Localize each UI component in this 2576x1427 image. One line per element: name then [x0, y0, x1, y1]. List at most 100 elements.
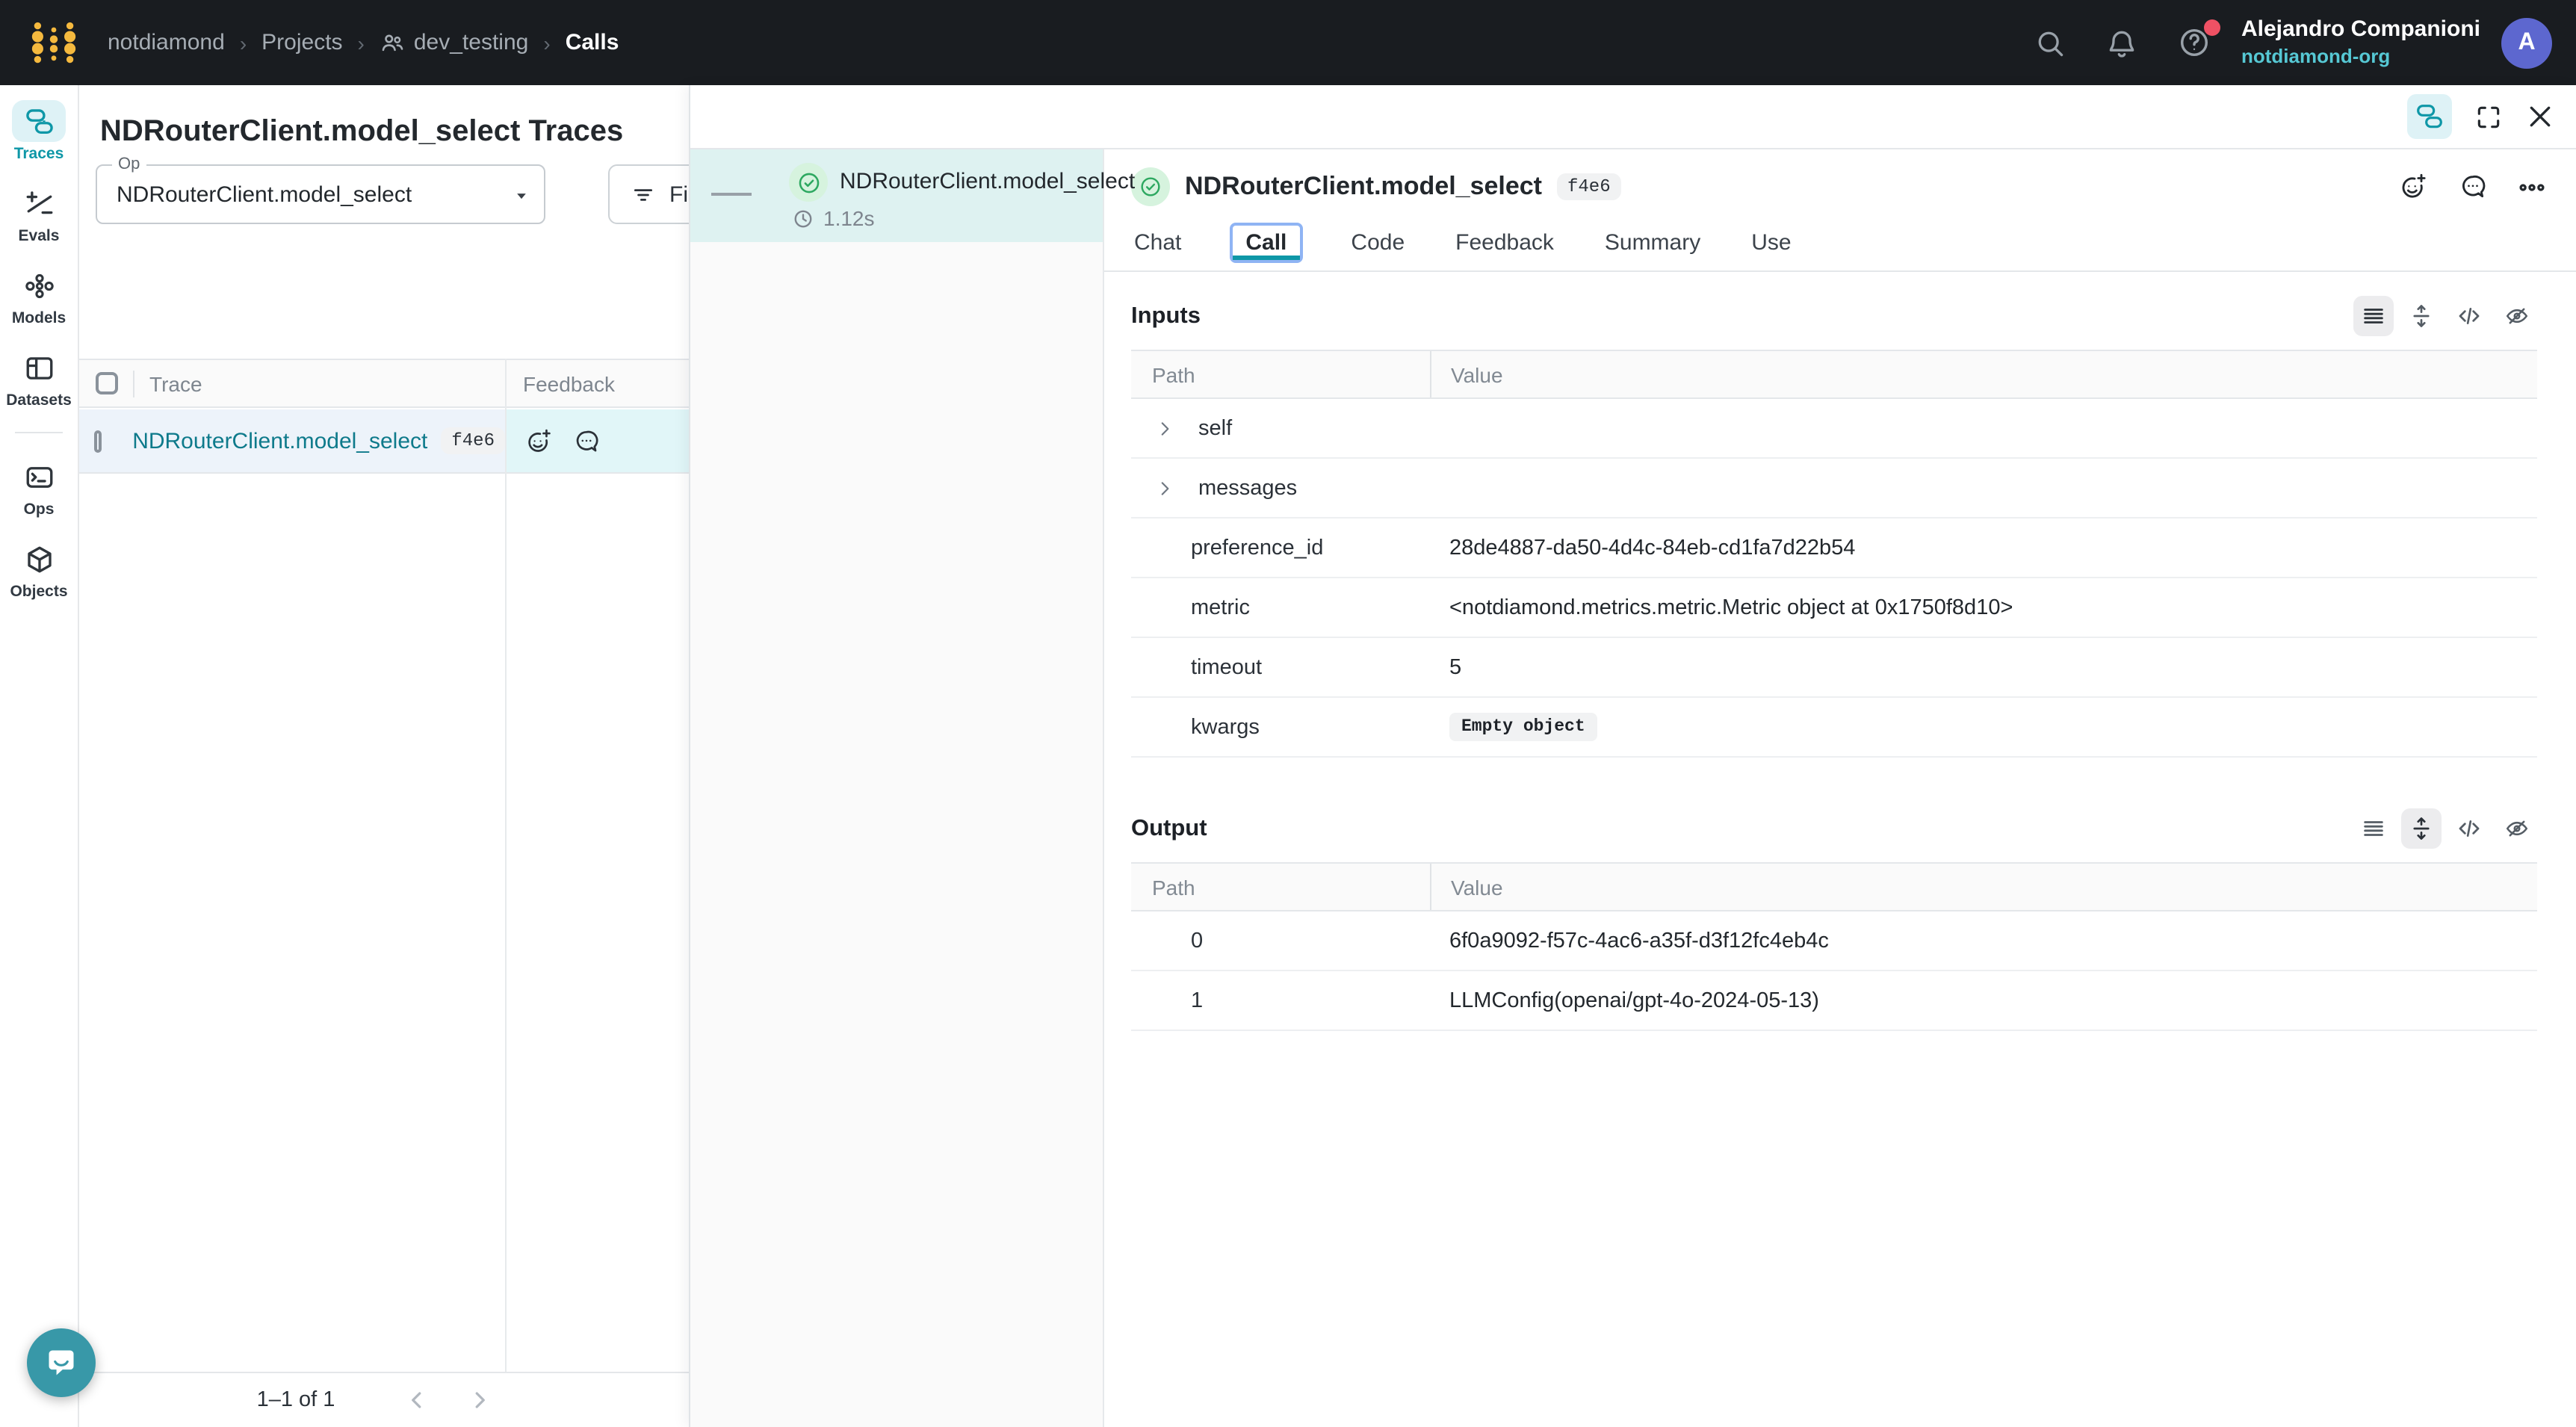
breadcrumb-separator: › — [240, 31, 247, 55]
trace-link[interactable]: NDRouterClient.model_select — [132, 428, 427, 454]
trace-column-header[interactable]: Trace — [134, 371, 505, 395]
table-row: preference_id 28de4887-da50-4d4c-84eb-cd… — [1131, 519, 2537, 578]
evals-icon — [12, 182, 66, 224]
sidebar-label: Ops — [24, 501, 55, 519]
sidebar-item-ops[interactable]: Ops — [0, 456, 78, 519]
add-reaction-button[interactable] — [2398, 172, 2428, 202]
notification-dot — [2204, 19, 2220, 36]
kv-path-label: kwargs — [1131, 715, 1430, 739]
close-button[interactable] — [2525, 102, 2555, 131]
hide-view-button[interactable] — [2497, 296, 2537, 336]
tab-summary[interactable]: Summary — [1602, 224, 1703, 261]
inputs-heading: Inputs — [1131, 303, 1201, 329]
code-icon — [2456, 303, 2482, 329]
fullscreen-button[interactable] — [2474, 102, 2503, 131]
select-all-checkbox[interactable] — [95, 372, 117, 394]
comment-icon — [2458, 172, 2488, 202]
breadcrumb: notdiamond › Projects › dev_testing › Ca… — [108, 30, 619, 55]
output-section: Output — [1131, 808, 2537, 1031]
op-select[interactable]: Op NDRouterClient.model_select — [96, 164, 545, 224]
table-row: kwargs Empty object — [1131, 698, 2537, 758]
models-icon — [12, 264, 66, 306]
chevron-right-icon — [466, 1387, 493, 1414]
user-menu[interactable]: Alejandro Companioni notdiamond-org — [2241, 16, 2480, 69]
previous-page-button[interactable] — [403, 1387, 430, 1414]
breadcrumb-org[interactable]: notdiamond — [108, 30, 225, 55]
sidebar-item-traces[interactable]: Traces — [0, 100, 78, 163]
team-icon — [380, 30, 405, 55]
datasets-icon — [12, 347, 66, 389]
breadcrumb-projects[interactable]: Projects — [261, 30, 342, 55]
traces-table-header: Trace Feedback — [79, 359, 689, 408]
code-view-button[interactable] — [2449, 808, 2489, 849]
sidebar-divider — [15, 432, 63, 433]
list-view-button[interactable] — [2353, 808, 2394, 849]
value-column-header: Value — [1430, 864, 2537, 910]
sidebar-item-models[interactable]: Models — [0, 264, 78, 327]
call-header: NDRouterClient.model_select f4e6 — [1104, 149, 2576, 215]
eye-off-icon — [2504, 303, 2530, 329]
list-icon — [2361, 303, 2386, 329]
more-options-button[interactable] — [2518, 173, 2546, 201]
page-title: NDRouterClient.model_select Traces — [100, 115, 623, 149]
trace-cell: NDRouterClient.model_select f4e6 — [79, 409, 505, 472]
expand-view-button[interactable] — [2401, 296, 2442, 336]
sidebar-item-evals[interactable]: Evals — [0, 182, 78, 245]
hide-view-button[interactable] — [2497, 808, 2537, 849]
user-name: Alejandro Companioni — [2241, 16, 2480, 45]
list-view-button[interactable] — [2353, 296, 2394, 336]
output-view-tools — [2353, 808, 2537, 849]
chat-launcher-button[interactable] — [27, 1328, 96, 1397]
comment-button[interactable] — [572, 427, 601, 455]
more-icon — [2518, 173, 2546, 201]
code-view-button[interactable] — [2449, 296, 2489, 336]
comment-icon — [572, 427, 601, 455]
help-button[interactable] — [2177, 25, 2211, 60]
overlay-body: NDRouterClient.model_select 1.12s — [690, 149, 2576, 1427]
output-table-header: Path Value — [1131, 862, 2537, 911]
tab-use[interactable]: Use — [1748, 224, 1794, 261]
kv-value: Empty object — [1430, 713, 2537, 741]
kv-value: 6f0a9092-f57c-4ac6-a35f-d3f12fc4eb4c — [1430, 929, 2537, 953]
feedback-cell — [505, 409, 689, 472]
tab-code[interactable]: Code — [1348, 224, 1408, 261]
sidebar-label: Objects — [10, 583, 67, 601]
success-status-icon — [1131, 167, 1170, 206]
row-checkbox[interactable] — [94, 430, 101, 452]
path-column-header: Path — [1131, 864, 1430, 910]
table-row[interactable]: NDRouterClient.model_select f4e6 — [79, 409, 689, 474]
bell-icon — [2105, 26, 2138, 59]
kv-path-label: 0 — [1131, 929, 1430, 953]
output-table: Path Value 0 6f0a9092-f57c-4ac6-a35f-d3f… — [1131, 862, 2537, 1031]
tree-item-selected[interactable]: NDRouterClient.model_select 1.12s — [690, 149, 1103, 242]
tab-feedback[interactable]: Feedback — [1452, 224, 1557, 261]
show-traces-toggle[interactable] — [2407, 94, 2452, 139]
tab-call[interactable]: Call — [1229, 223, 1303, 263]
inputs-view-tools — [2353, 296, 2537, 336]
next-page-button[interactable] — [466, 1387, 493, 1414]
fullscreen-icon — [2474, 102, 2503, 131]
table-row: messages — [1131, 459, 2537, 519]
sidebar-item-datasets[interactable]: Datasets — [0, 347, 78, 409]
call-id-badge: f4e6 — [1557, 173, 1621, 200]
notifications-button[interactable] — [2105, 26, 2138, 59]
wandb-logo-icon[interactable] — [24, 13, 84, 72]
add-reaction-button[interactable] — [524, 427, 553, 455]
breadcrumb-separator: › — [543, 31, 550, 55]
list-icon — [2361, 816, 2386, 841]
table-row: timeout 5 — [1131, 638, 2537, 698]
avatar[interactable]: A — [2501, 17, 2552, 68]
search-button[interactable] — [2034, 26, 2066, 59]
chevron-right-icon[interactable] — [1155, 478, 1174, 498]
op-select-value: NDRouterClient.model_select — [117, 182, 412, 207]
kv-value: LLMConfig(openai/gpt-4o-2024-05-13) — [1430, 988, 2537, 1012]
breadcrumb-team[interactable]: dev_testing — [380, 30, 528, 55]
comment-button[interactable] — [2458, 172, 2488, 202]
empty-object-badge: Empty object — [1449, 713, 1597, 741]
objects-icon — [12, 538, 66, 580]
expand-view-button[interactable] — [2401, 808, 2442, 849]
chevron-right-icon[interactable] — [1155, 418, 1174, 438]
tab-chat[interactable]: Chat — [1131, 224, 1184, 261]
sidebar-item-objects[interactable]: Objects — [0, 538, 78, 601]
feedback-column-header[interactable]: Feedback — [505, 371, 689, 395]
